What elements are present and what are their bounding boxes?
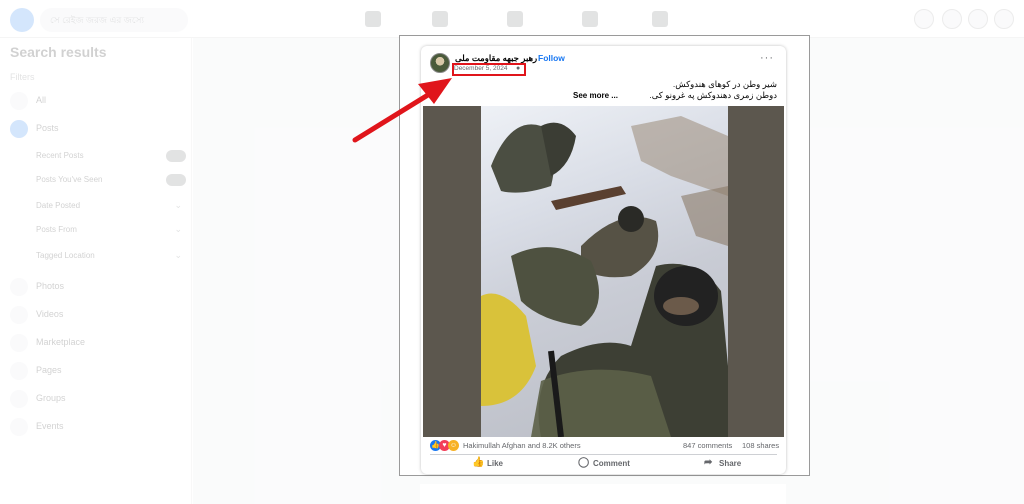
sidebar-item-photos[interactable]: Photos — [10, 276, 186, 298]
groups-icon[interactable] — [582, 11, 598, 27]
post-caption-line-1: شیر وطن در کوهای هندوکش. — [672, 79, 777, 89]
gaming-icon[interactable] — [652, 11, 668, 27]
home-icon[interactable] — [365, 11, 381, 27]
marketplace-icon — [10, 334, 28, 352]
comments-count[interactable]: 847 comments — [683, 441, 732, 450]
pages-icon — [10, 362, 28, 380]
facebook-logo-icon[interactable] — [10, 8, 34, 32]
photos-icon — [10, 278, 28, 296]
reactions-text[interactable]: Hakimullah Afghan and 8.2K others — [463, 441, 581, 450]
marketplace-icon[interactable] — [507, 11, 523, 27]
sidebar-title: Search results — [10, 44, 107, 60]
profile-avatar[interactable] — [994, 9, 1014, 29]
sidebar-item-pages[interactable]: Pages — [10, 360, 186, 382]
comment-icon: ◯ — [578, 457, 590, 468]
filter-posts-from[interactable]: Posts From ⌄ — [36, 222, 186, 240]
notifications-icon[interactable] — [968, 9, 988, 29]
messenger-icon[interactable] — [942, 9, 962, 29]
comment-button[interactable]: ◯ Comment — [578, 457, 678, 471]
sidebar-item-groups[interactable]: Groups — [10, 388, 186, 410]
filter-recent-posts[interactable]: Recent Posts — [36, 148, 186, 166]
globe-icon: ● — [516, 65, 521, 72]
posts-icon — [10, 120, 28, 138]
author-avatar[interactable] — [430, 53, 450, 73]
filter-posts-seen[interactable]: Posts You've Seen — [36, 172, 186, 190]
search-sidebar: Search results Filters All Posts Recent … — [0, 38, 192, 504]
chevron-down-icon: ⌄ — [174, 250, 182, 260]
search-input[interactable]: সে রেইজ জরজ এর জস্যে — [40, 8, 188, 32]
all-icon — [10, 92, 28, 110]
toggle-switch[interactable] — [166, 174, 186, 186]
sidebar-item-videos[interactable]: Videos — [10, 304, 186, 326]
more-options-icon[interactable]: ··· — [760, 52, 774, 64]
events-icon — [10, 418, 28, 436]
sidebar-item-posts[interactable]: Posts — [10, 118, 186, 140]
shares-count[interactable]: 108 shares — [742, 441, 779, 450]
toggle-switch[interactable] — [166, 150, 186, 162]
separator: · — [531, 53, 534, 63]
menu-icon[interactable] — [914, 9, 934, 29]
groups-icon — [10, 390, 28, 408]
sidebar-item-events[interactable]: Events — [10, 416, 186, 438]
like-icon: 👍 — [472, 457, 485, 468]
chevron-down-icon: ⌄ — [174, 224, 182, 234]
sidebar-item-all[interactable]: All — [10, 90, 186, 112]
chevron-down-icon: ⌄ — [174, 200, 182, 210]
post-date[interactable]: December 5, 2024 — [454, 65, 507, 72]
share-button[interactable]: ➦ Share — [704, 457, 804, 471]
follow-button[interactable]: Follow — [538, 53, 565, 63]
like-button[interactable]: 👍 Like — [472, 457, 572, 471]
video-icon[interactable] — [432, 11, 448, 27]
post-card: رهبر جبهه مقاومت ملی · Follow ··· Decemb… — [421, 46, 786, 474]
sidebar-item-marketplace[interactable]: Marketplace — [10, 332, 186, 354]
share-icon: ➦ — [704, 457, 713, 468]
filters-label: Filters — [10, 72, 35, 82]
next-post-card — [420, 484, 786, 504]
care-reaction-icon: ☺ — [448, 440, 459, 451]
top-navigation-bar: সে রেইজ জরজ এর জস্যে — [0, 0, 1024, 38]
post-caption-line-2: دوطن زمری دهندوکش په غرونو کی. — [649, 90, 777, 100]
post-photo — [481, 106, 728, 437]
see-more-link[interactable]: See more ... — [573, 91, 618, 100]
reaction-summary[interactable]: 👍 ♥ ☺ Hakimullah Afghan and 8.2K others — [430, 440, 630, 452]
photo-illustration — [481, 116, 728, 437]
divider — [430, 454, 777, 455]
filter-tagged-location[interactable]: Tagged Location ⌄ — [36, 248, 186, 266]
videos-icon — [10, 306, 28, 324]
post-media[interactable] — [423, 106, 784, 437]
filter-date-posted[interactable]: Date Posted ⌄ — [36, 198, 186, 216]
